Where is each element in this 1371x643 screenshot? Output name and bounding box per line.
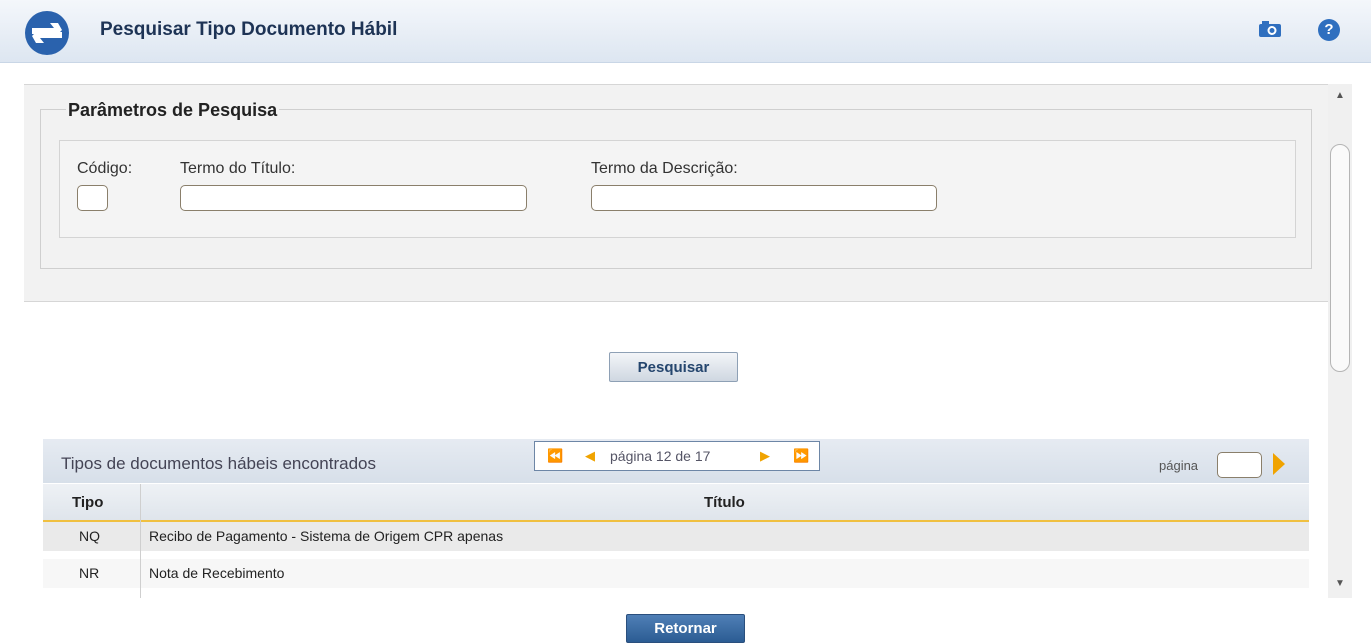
search-button[interactable]: Pesquisar (609, 352, 738, 382)
results-title: Tipos de documentos hábeis encontrados (61, 454, 377, 473)
go-to-page-input[interactable] (1217, 452, 1262, 478)
search-params-legend: Parâmetros de Pesquisa (66, 100, 280, 121)
siafi-logo-icon (25, 11, 69, 55)
camera-icon[interactable] (1258, 20, 1282, 38)
first-page-icon[interactable]: ⏪ (547, 448, 563, 464)
last-page-icon[interactable]: ⏩ (793, 448, 809, 464)
scroll-up-icon[interactable]: ▲ (1335, 90, 1345, 101)
page-title: Pesquisar Tipo Documento Hábil (100, 19, 398, 40)
help-icon[interactable]: ? (1318, 19, 1340, 41)
table-row[interactable]: NR Nota de Recebimento (43, 559, 1309, 588)
column-header-titulo[interactable]: Título (704, 494, 745, 511)
descricao-input[interactable] (591, 185, 937, 211)
cell-titulo: Recibo de Pagamento - Sistema de Origem … (149, 528, 504, 544)
column-separator (140, 484, 141, 598)
table-header: Tipo Título (43, 484, 1309, 522)
codigo-input[interactable] (77, 185, 108, 211)
table-row[interactable]: NQ Recibo de Pagamento - Sistema de Orig… (43, 522, 1309, 551)
page-header: Pesquisar Tipo Documento Hábil ? (0, 0, 1371, 63)
go-to-page-icon[interactable] (1273, 453, 1285, 475)
pagination: ⏪ ◀ página 12 de 17 ▶ ⏩ (534, 441, 820, 471)
descricao-label: Termo da Descrição: (591, 160, 738, 177)
titulo-label: Termo do Título: (180, 160, 296, 177)
main-content: Parâmetros de Pesquisa Código: Termo do … (0, 84, 1330, 598)
scrollbar-thumb[interactable] (1330, 144, 1350, 372)
cell-tipo: NQ (79, 528, 100, 544)
cell-tipo: NR (79, 565, 100, 581)
titulo-input[interactable] (180, 185, 527, 211)
go-to-page-label: página (1159, 458, 1199, 473)
column-header-tipo[interactable]: Tipo (72, 494, 103, 511)
back-button[interactable]: Retornar (626, 614, 745, 643)
cell-titulo: Nota de Recebimento (149, 565, 285, 581)
next-page-icon[interactable]: ▶ (760, 448, 770, 464)
page-indicator: página 12 de 17 (610, 448, 711, 464)
prev-page-icon[interactable]: ◀ (585, 448, 595, 464)
codigo-label: Código: (77, 160, 133, 177)
scroll-down-icon[interactable]: ▼ (1335, 578, 1345, 589)
